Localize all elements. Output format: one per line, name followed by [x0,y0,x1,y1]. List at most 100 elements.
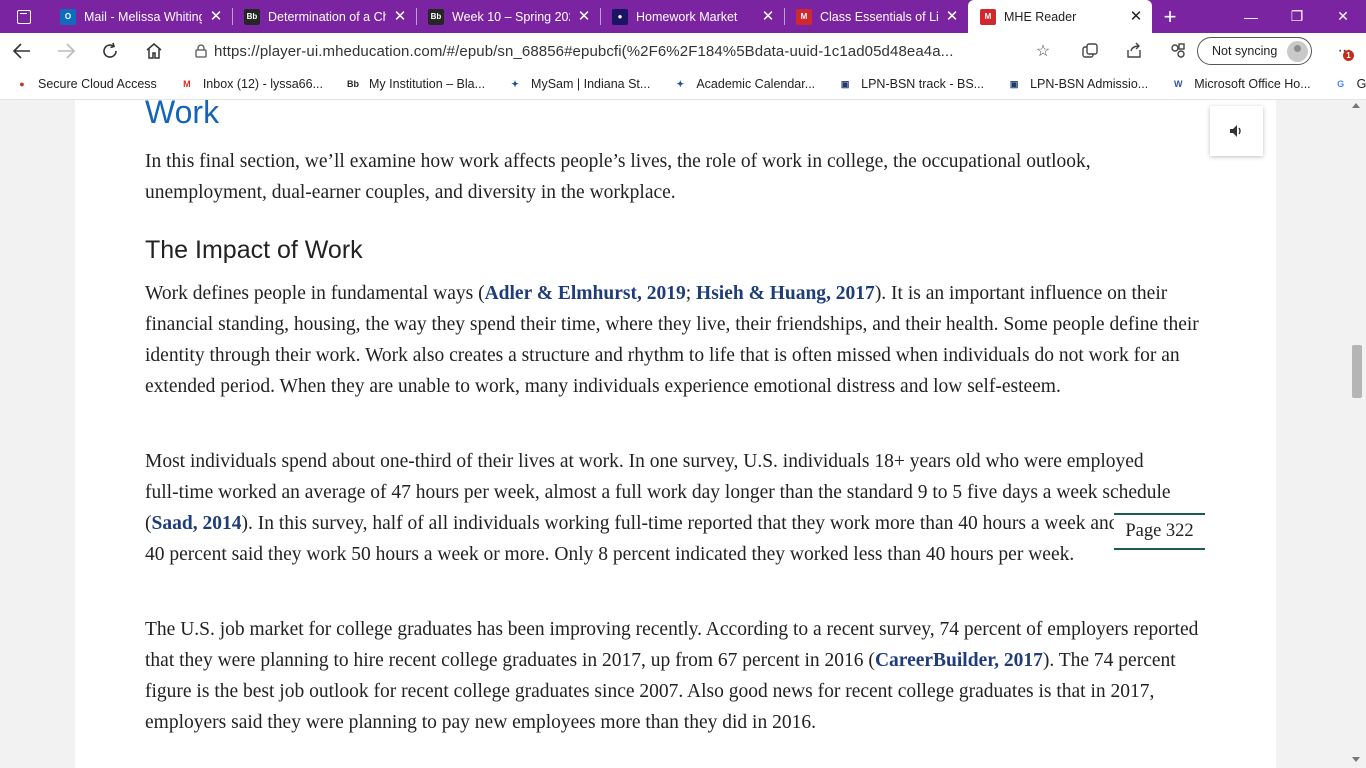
tab-title: Class Essentials of Life [820,9,938,24]
scroll-down-arrow-icon[interactable] [1352,757,1360,762]
navigation-bar: https://player-ui.mheducation.com/#/epub… [0,33,1366,69]
close-tab-icon[interactable]: ✕ [944,8,960,25]
close-tab-icon[interactable]: ✕ [1128,8,1144,25]
favorite-item[interactable]: ▣ LPN-BSN track - BS... [823,69,992,100]
calendar-icon: ✦ [676,78,685,89]
blackboard-icon: Bb [428,8,444,25]
speaker-icon [1229,125,1241,137]
favorite-item[interactable]: M Inbox (12) - lyssa66... [165,69,331,100]
favorite-label: Google [1356,77,1366,91]
citation-link[interactable]: Adler & Elmhurst, 2019 [485,283,686,304]
new-tab-button[interactable]: + [1152,0,1188,33]
share-button[interactable] [1112,33,1156,69]
favorite-item[interactable]: G Google [1319,69,1366,100]
tab-actions-icon [17,9,31,24]
tab-title: Homework Market [636,9,738,24]
favorite-item[interactable]: ✦ MySam | Indiana St... [493,69,658,100]
paragraph-job-market: The U.S. job market for college graduate… [145,614,1205,738]
tab-title: Mail - Melissa Whiting [84,9,202,24]
mcgraw-hill-icon: M [980,8,996,25]
sync-status-label: Not syncing [1212,44,1278,58]
blackboard-icon: Bb [347,79,360,89]
homework-market-icon: ● [612,8,628,25]
browser-tab[interactable]: Bb Week 10 – Spring 2021 ✕ [416,0,600,33]
mcgraw-hill-icon: M [796,8,812,25]
share-icon [1127,42,1141,58]
minimize-button[interactable]: — [1228,0,1274,33]
favorite-item[interactable]: ▣ LPN-BSN Admissio... [992,69,1156,100]
url-text[interactable]: https://player-ui.mheducation.com/#/epub… [214,43,1028,60]
subheading: The Impact of Work [145,236,363,264]
favorite-label: My Institution – Bla... [369,77,486,91]
profile-sync-button[interactable]: Not syncing [1197,37,1312,65]
forward-button[interactable] [44,33,88,69]
reader-page: Work In this final section, we’ll examin… [75,100,1276,768]
home-icon [146,43,162,59]
vertical-scrollbar[interactable] [1347,100,1366,768]
browser-tab[interactable]: ● Homework Market ✕ [600,0,784,33]
forward-arrow-icon [58,43,75,59]
favorite-item[interactable]: ✦ Academic Calendar... [658,69,823,100]
window-controls: — ❐ ✕ [1228,0,1366,33]
citation-link[interactable]: Hsieh & Huang, 2017 [696,283,875,304]
favorite-label: Microsoft Office Ho... [1194,77,1311,91]
close-tab-icon[interactable]: ✕ [576,8,592,25]
tab-title: MHE Reader [1004,9,1077,24]
lock-icon[interactable] [188,44,214,58]
tab-actions-button[interactable] [0,0,48,33]
favorite-label: Inbox (12) - lyssa66... [202,77,324,91]
favorite-label: MySam | Indiana St... [531,77,651,91]
browser-tab[interactable]: O Mail - Melissa Whiting ✕ [48,0,232,33]
favorite-label: Secure Cloud Access [38,77,157,91]
restore-button[interactable]: ❐ [1274,0,1320,33]
extensions-icon [1171,43,1185,58]
paragraph-text: ; [685,283,697,304]
favorites-bar: ● Secure Cloud Access M Inbox (12) - lyssa6… [0,69,1366,100]
back-arrow-icon [13,43,30,59]
section-title: Work [145,100,220,130]
bookmark-page-icon: ▣ [1009,78,1019,89]
favorite-item[interactable]: ● Secure Cloud Access [0,69,165,100]
bookmark-page-icon: ▣ [840,78,850,89]
favorite-item[interactable]: W Microsoft Office Ho... [1156,69,1318,100]
address-bar[interactable]: https://player-ui.mheducation.com/#/epub… [188,36,1058,66]
secure-cloud-icon: ● [19,79,25,89]
favorite-label: LPN-BSN track - BS... [861,77,985,91]
word-icon: W [1173,79,1183,89]
close-tab-icon[interactable]: ✕ [760,8,776,25]
collections-icon [1082,43,1098,58]
add-favorite-icon[interactable]: ☆ [1028,41,1058,61]
reader-viewport: Work In this final section, we’ll examin… [0,100,1366,768]
browser-tab[interactable]: M MHE Reader ✕ [968,0,1152,33]
page-number-marker: Page 322 [1114,513,1205,550]
favorite-item[interactable]: Bb My Institution – Bla... [331,69,493,100]
paragraph-hours: Most individuals spend about one-third o… [145,446,1175,570]
scroll-thumb[interactable] [1352,345,1362,398]
read-aloud-button[interactable] [1210,106,1263,156]
citation-link[interactable]: Saad, 2014 [152,513,242,534]
settings-menu-button[interactable]: ··· 1 [1326,33,1362,69]
refresh-icon [103,42,117,58]
paragraph-text: ). In this survey, half of all individua… [145,513,1173,565]
outlook-icon: O [60,8,76,25]
citation-link[interactable]: CareerBuilder, 2017 [875,650,1043,671]
gmail-icon: M [183,79,191,89]
close-tab-icon[interactable]: ✕ [208,8,224,25]
home-button[interactable] [132,33,176,69]
paragraph-impact: Work defines people in fundamental ways … [145,278,1205,402]
back-button[interactable] [0,33,44,69]
browser-tab[interactable]: M Class Essentials of Life ✕ [784,0,968,33]
favorite-label: Academic Calendar... [696,77,816,91]
refresh-button[interactable] [88,33,132,69]
mysam-icon: ✦ [511,78,519,89]
blackboard-icon: Bb [244,8,260,25]
notification-badge: 1 [1343,50,1354,61]
paragraph-text: Work defines people in fundamental ways … [145,283,485,304]
scroll-up-arrow-icon[interactable] [1352,103,1360,108]
extensions-button[interactable] [1156,33,1200,69]
collections-button[interactable] [1068,33,1112,69]
browser-tab[interactable]: Bb Determination of a Ch ✕ [232,0,416,33]
tab-title: Determination of a Ch [268,9,386,24]
close-tab-icon[interactable]: ✕ [392,8,408,25]
close-window-button[interactable]: ✕ [1320,0,1366,33]
